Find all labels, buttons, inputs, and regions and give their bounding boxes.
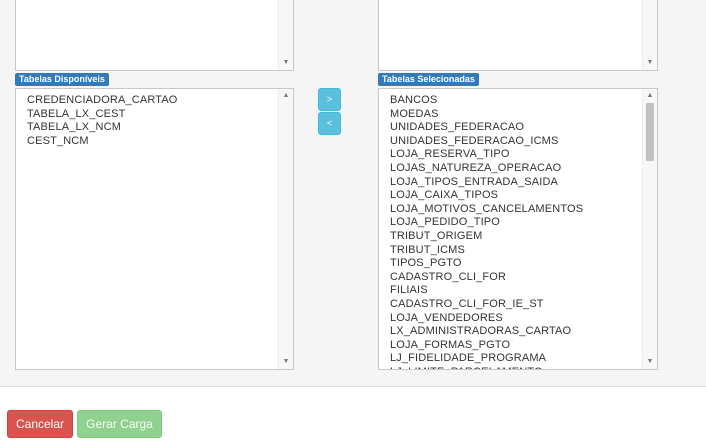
upper-right-listbox[interactable]: ▼ [378, 0, 658, 71]
move-right-button[interactable]: > [318, 88, 341, 111]
available-items: CREDENCIADORA_CARTAO TABELA_LX_CEST TABELA… [27, 94, 277, 148]
list-item[interactable]: BANCOS [390, 94, 641, 108]
list-item[interactable]: TIPOS_PGTO [390, 257, 641, 271]
list-item[interactable]: CREDENCIADORA_CARTAO [27, 94, 277, 108]
selected-items: BANCOS MOEDAS UNIDADES_FEDERACAO UNIDADES_F… [390, 94, 641, 369]
upper-right-scrollbar[interactable]: ▼ [642, 0, 657, 70]
list-item[interactable]: LOJA_VENDEDORES [390, 312, 641, 326]
list-item[interactable]: LOJA_FORMAS_PGTO [390, 339, 641, 353]
list-item[interactable]: TABELA_LX_CEST [27, 108, 277, 122]
list-item[interactable]: LJ_FIDELIDADE_PROGRAMA [390, 352, 641, 366]
upper-left-listbox[interactable]: ▼ [15, 0, 294, 71]
scroll-up-icon[interactable]: ▲ [643, 91, 657, 101]
list-item[interactable]: TABELA_LX_NCM [27, 121, 277, 135]
list-item[interactable]: LJ_LIMITE_PARCELAMENTO [390, 366, 641, 369]
scroll-down-icon[interactable]: ▼ [279, 58, 293, 68]
list-item[interactable]: CADASTRO_CLI_FOR_IE_ST [390, 298, 641, 312]
scroll-down-icon[interactable]: ▼ [643, 357, 657, 367]
list-item[interactable]: CADASTRO_CLI_FOR [390, 271, 641, 285]
list-item[interactable]: UNIDADES_FEDERACAO_ICMS [390, 135, 641, 149]
selected-tables-label: Tabelas Selecionadas [378, 73, 479, 86]
available-tables-listbox[interactable]: CREDENCIADORA_CARTAO TABELA_LX_CEST TABELA… [15, 88, 294, 370]
scrollbar-thumb[interactable] [646, 103, 654, 161]
scroll-down-icon[interactable]: ▼ [643, 58, 657, 68]
list-item[interactable]: TRIBUT_ICMS [390, 244, 641, 258]
list-item[interactable]: UNIDADES_FEDERACAO [390, 121, 641, 135]
generate-load-button[interactable]: Gerar Carga [77, 410, 162, 438]
available-tables-label: Tabelas Disponíveis [15, 73, 109, 86]
list-item[interactable]: LOJA_TIPOS_ENTRADA_SAIDA [390, 176, 641, 190]
list-item[interactable]: TRIBUT_ORIGEM [390, 230, 641, 244]
scroll-up-icon[interactable]: ▲ [279, 91, 293, 101]
upper-left-scrollbar[interactable]: ▼ [278, 0, 293, 70]
list-item[interactable]: CEST_NCM [27, 135, 277, 149]
list-item[interactable]: LOJA_PEDIDO_TIPO [390, 216, 641, 230]
list-item[interactable]: LOJA_RESERVA_TIPO [390, 148, 641, 162]
selected-tables-listbox[interactable]: BANCOS MOEDAS UNIDADES_FEDERACAO UNIDADES_F… [378, 88, 658, 370]
available-scrollbar[interactable]: ▲ ▼ [278, 89, 293, 369]
cancel-button[interactable]: Cancelar [7, 410, 73, 438]
move-left-button[interactable]: < [318, 112, 341, 135]
list-item[interactable]: FILIAIS [390, 284, 641, 298]
list-item[interactable]: LOJA_CAIXA_TIPOS [390, 189, 641, 203]
list-item[interactable]: LOJAS_NATUREZA_OPERACAO [390, 162, 641, 176]
list-item[interactable]: LX_ADMINISTRADORAS_CARTAO [390, 325, 641, 339]
selected-scrollbar[interactable]: ▲ ▼ [642, 89, 657, 369]
scroll-down-icon[interactable]: ▼ [279, 357, 293, 367]
list-item[interactable]: LOJA_MOTIVOS_CANCELAMENTOS [390, 203, 641, 217]
list-item[interactable]: MOEDAS [390, 108, 641, 122]
